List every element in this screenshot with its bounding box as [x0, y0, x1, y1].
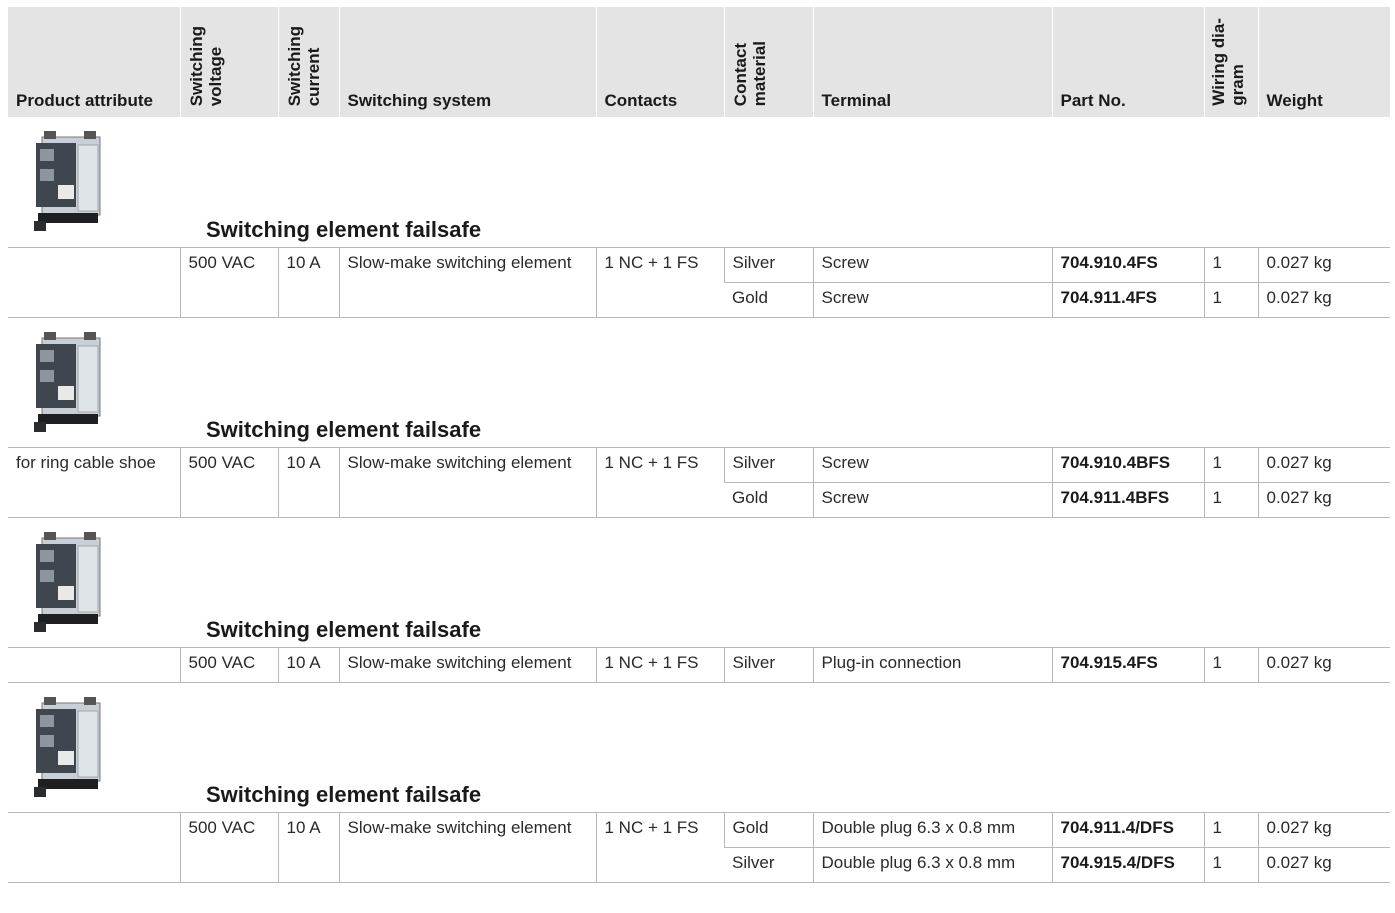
- table-row: for ring cable shoe 500 VAC 10 A Slow-make …: [8, 447, 1390, 518]
- header-weight: Weight: [1258, 7, 1391, 117]
- header-row: Product attribute Switching voltage Swit…: [8, 7, 1391, 117]
- group-header-row: Switching element failsafe: [8, 682, 1390, 813]
- product-table: Product attribute Switching voltage Swit…: [8, 7, 1391, 883]
- group-title: Switching element failsafe: [206, 416, 482, 442]
- cell-contact-material: Gold: [724, 282, 813, 318]
- cell-terminal: Screw: [812, 247, 1052, 283]
- cell-contacts: 1 NC + 1 FS: [595, 647, 724, 683]
- cell-product-attribute: [8, 812, 180, 883]
- cell-part-no: 704.910.4FS: [1051, 247, 1204, 283]
- cell-part-no: 704.910.4BFS: [1051, 447, 1204, 483]
- cell-switching-voltage: 500 VAC: [179, 447, 278, 518]
- header-part-no: Part No.: [1052, 7, 1205, 117]
- cell-wiring-diagram: 1: [1203, 847, 1258, 883]
- switching-element-image: [34, 331, 101, 432]
- cell-weight: 0.027 kg: [1257, 247, 1390, 283]
- cell-contacts: 1 NC + 1 FS: [595, 447, 724, 518]
- table-row: 500 VAC 10 A Slow-make switching element 1 …: [8, 247, 1390, 318]
- cell-wiring-diagram: 1: [1203, 647, 1258, 683]
- cell-contact-material: Silver: [724, 847, 813, 883]
- cell-terminal: Screw: [812, 282, 1052, 318]
- cell-switching-system: Slow-make switching element: [338, 247, 596, 318]
- cell-wiring-diagram: 1: [1203, 482, 1258, 518]
- cell-contacts: 1 NC + 1 FS: [595, 812, 724, 883]
- table-row: 500 VAC 10 A Slow-make switching element 1 …: [8, 812, 1390, 883]
- product-table-container: Product attribute Switching voltage Swit…: [8, 7, 1391, 883]
- cell-switching-voltage: 500 VAC: [179, 812, 278, 883]
- cell-wiring-diagram: 1: [1203, 447, 1258, 483]
- cell-contact-material: Gold: [723, 812, 813, 848]
- cell-switching-current: 10 A: [277, 247, 339, 318]
- cell-part-no: 704.911.4FS: [1051, 282, 1204, 318]
- header-switching-system: Switching system: [339, 7, 597, 117]
- cell-terminal: Screw: [812, 447, 1052, 483]
- cell-switching-voltage: 500 VAC: [179, 247, 278, 318]
- switching-element-image: [34, 131, 101, 231]
- cell-switching-current: 10 A: [277, 647, 339, 683]
- cell-part-no: 704.915.4/DFS: [1051, 847, 1204, 883]
- header-switching-voltage: Switching voltage: [180, 7, 279, 117]
- header-contacts: Contacts: [596, 7, 725, 117]
- group-title: Switching element failsafe: [206, 781, 482, 807]
- cell-product-attribute: [8, 247, 180, 318]
- cell-contact-material: Silver: [723, 647, 813, 683]
- cell-terminal: Screw: [812, 482, 1052, 518]
- cell-switching-system: Slow-make switching element: [338, 647, 596, 683]
- group-title: Switching element failsafe: [206, 616, 482, 642]
- cell-contacts: 1 NC + 1 FS: [595, 247, 724, 318]
- cell-contact-material: Gold: [724, 482, 813, 518]
- header-switching-current: Switching current: [278, 7, 340, 117]
- header-contact-material: Contact material: [724, 7, 814, 117]
- cell-wiring-diagram: 1: [1203, 247, 1258, 283]
- cell-weight: 0.027 kg: [1257, 282, 1390, 318]
- cell-part-no: 704.911.4BFS: [1051, 482, 1204, 518]
- cell-terminal: Double plug 6.3 x 0.8 mm: [812, 847, 1052, 883]
- cell-terminal: Double plug 6.3 x 0.8 mm: [812, 812, 1052, 848]
- header-terminal: Terminal: [813, 7, 1053, 117]
- cell-weight: 0.027 kg: [1257, 647, 1390, 683]
- cell-switching-current: 10 A: [277, 812, 339, 883]
- cell-weight: 0.027 kg: [1257, 847, 1390, 883]
- table-row: 500 VAC 10 A Slow-make switching element 1 …: [8, 647, 1390, 683]
- cell-wiring-diagram: 1: [1203, 812, 1258, 848]
- group-header-row: Switching element failsafe: [8, 117, 1390, 248]
- cell-part-no: 704.911.4/DFS: [1051, 812, 1204, 848]
- cell-weight: 0.027 kg: [1257, 482, 1390, 518]
- cell-weight: 0.027 kg: [1257, 812, 1390, 848]
- cell-part-no: 704.915.4FS: [1051, 647, 1204, 683]
- group-title: Switching element failsafe: [206, 216, 482, 242]
- header-product-attribute: Product attribute: [8, 7, 181, 117]
- cell-switching-system: Slow-make switching element: [338, 447, 596, 518]
- cell-wiring-diagram: 1: [1203, 282, 1258, 318]
- cell-contact-material: Silver: [723, 247, 813, 283]
- cell-switching-current: 10 A: [277, 447, 339, 518]
- switching-element-image: [34, 531, 101, 632]
- cell-switching-voltage: 500 VAC: [179, 647, 278, 683]
- header-wiring-diagram: Wiring dia- gram: [1204, 7, 1259, 117]
- cell-product-attribute: [8, 647, 180, 683]
- group-header-row: Switching element failsafe: [8, 317, 1390, 448]
- group-header-row: Switching element failsafe: [8, 517, 1390, 648]
- cell-weight: 0.027 kg: [1257, 447, 1390, 483]
- cell-contact-material: Silver: [723, 447, 813, 483]
- cell-terminal: Plug-in connection: [812, 647, 1052, 683]
- switching-element-image: [34, 696, 101, 797]
- cell-switching-system: Slow-make switching element: [338, 812, 596, 883]
- cell-product-attribute: for ring cable shoe: [8, 447, 180, 518]
